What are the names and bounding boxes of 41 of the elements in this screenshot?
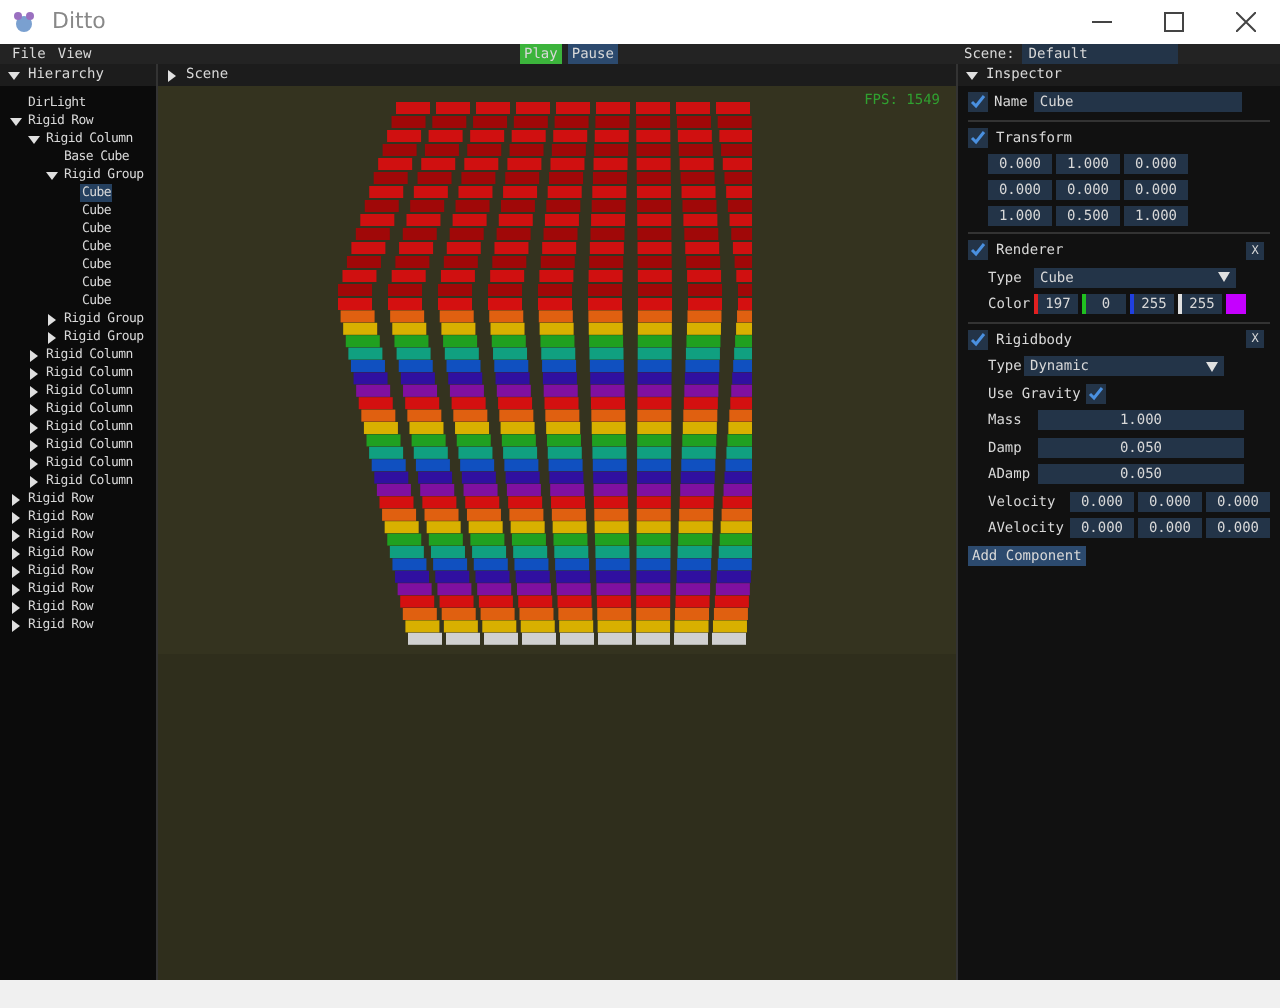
expanded-arrow-icon[interactable]	[10, 115, 22, 127]
expanded-arrow-icon[interactable]	[46, 169, 58, 181]
collapsed-arrow-icon[interactable]	[10, 493, 22, 505]
close-icon[interactable]	[1236, 12, 1256, 32]
dropdown-arrow-icon	[1206, 361, 1218, 372]
collapsed-arrow-icon[interactable]	[10, 583, 22, 595]
check-icon	[970, 242, 986, 259]
collapsed-arrow-icon[interactable]	[28, 403, 40, 415]
window-title: Ditto	[52, 5, 106, 38]
collapsed-arrow-icon[interactable]	[10, 529, 22, 541]
checkbox[interactable]	[968, 240, 988, 261]
checkbox[interactable]	[968, 329, 988, 350]
collapsed-arrow-icon[interactable]	[10, 601, 22, 613]
collapsed-arrow-icon[interactable]	[166, 69, 178, 81]
collapsed-arrow-icon[interactable]	[28, 349, 40, 361]
app-logo-icon	[12, 10, 36, 34]
expanded-arrow-icon[interactable]	[966, 69, 978, 81]
collapsed-arrow-icon[interactable]	[10, 511, 22, 523]
collapsed-arrow-icon[interactable]	[10, 547, 22, 559]
collapsed-arrow-icon[interactable]	[28, 457, 40, 469]
maximize-icon[interactable]	[1164, 12, 1184, 32]
collapsed-arrow-icon[interactable]	[10, 619, 22, 631]
color-swatch[interactable]	[1226, 294, 1246, 315]
collapsed-arrow-icon[interactable]	[28, 367, 40, 379]
check-icon	[970, 331, 986, 348]
checkbox[interactable]	[1086, 383, 1107, 404]
checkbox[interactable]	[968, 92, 988, 113]
collapsed-arrow-icon[interactable]	[28, 475, 40, 487]
collapsed-arrow-icon[interactable]	[46, 331, 58, 343]
collapsed-arrow-icon[interactable]	[28, 439, 40, 451]
expanded-arrow-icon[interactable]	[8, 69, 20, 81]
collapsed-arrow-icon[interactable]	[28, 385, 40, 397]
checkbox[interactable]	[968, 127, 988, 148]
dropdown-arrow-icon	[1218, 272, 1230, 283]
expanded-arrow-icon[interactable]	[28, 133, 40, 145]
collapsed-arrow-icon[interactable]	[28, 421, 40, 433]
collapsed-arrow-icon[interactable]	[46, 313, 58, 325]
check-icon	[970, 94, 986, 111]
check-icon	[1088, 385, 1105, 402]
check-icon	[970, 129, 986, 146]
collapsed-arrow-icon[interactable]	[10, 565, 22, 577]
